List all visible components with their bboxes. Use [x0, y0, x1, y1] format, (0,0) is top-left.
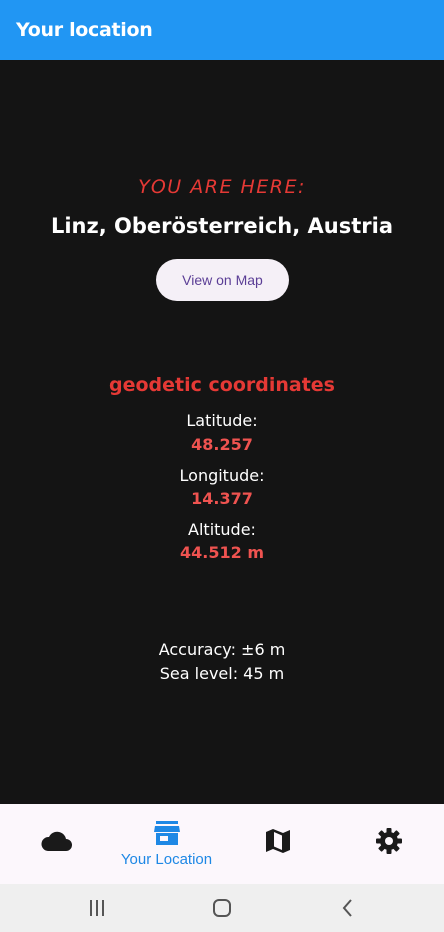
map-icon [261, 826, 295, 856]
sea-level-text: Sea level: 45 m [159, 664, 285, 683]
gear-icon [372, 826, 406, 856]
app-bar-title: Your location [16, 19, 153, 41]
here-label: YOU ARE HERE: [138, 176, 306, 198]
view-on-map-button[interactable]: View on Map [156, 259, 289, 301]
nav-label-your-location: Your Location [120, 851, 213, 868]
latitude-label: Latitude: [186, 411, 258, 430]
back-icon[interactable] [335, 896, 361, 920]
geodetic-title: geodetic coordinates [109, 374, 335, 396]
screen: Your location YOU ARE HERE: Linz, Oberös… [0, 0, 444, 932]
nav-item-map[interactable] [222, 804, 333, 884]
place-name: Linz, Oberösterreich, Austria [50, 214, 394, 238]
nav-item-settings[interactable] [333, 804, 444, 884]
location-content: YOU ARE HERE: Linz, Oberösterreich, Aust… [0, 60, 444, 804]
system-navigation-bar [0, 884, 444, 932]
home-icon[interactable] [209, 896, 235, 920]
longitude-value: 14.377 [191, 489, 253, 508]
accuracy-text: Accuracy: ±6 m [158, 640, 286, 659]
bottom-navigation: Your Location [0, 804, 444, 884]
nav-item-your-location[interactable]: Your Location [111, 804, 222, 884]
latitude-value: 48.257 [191, 435, 253, 454]
recent-apps-icon[interactable] [84, 896, 110, 920]
view-on-map-label: View on Map [182, 272, 263, 288]
altitude-label: Altitude: [188, 520, 256, 539]
store-icon [150, 818, 184, 848]
altitude-value: 44.512 m [180, 543, 264, 562]
app-bar: Your location [0, 0, 444, 60]
cloud-icon [39, 826, 73, 856]
nav-item-weather[interactable] [0, 804, 111, 884]
longitude-label: Longitude: [179, 466, 265, 485]
